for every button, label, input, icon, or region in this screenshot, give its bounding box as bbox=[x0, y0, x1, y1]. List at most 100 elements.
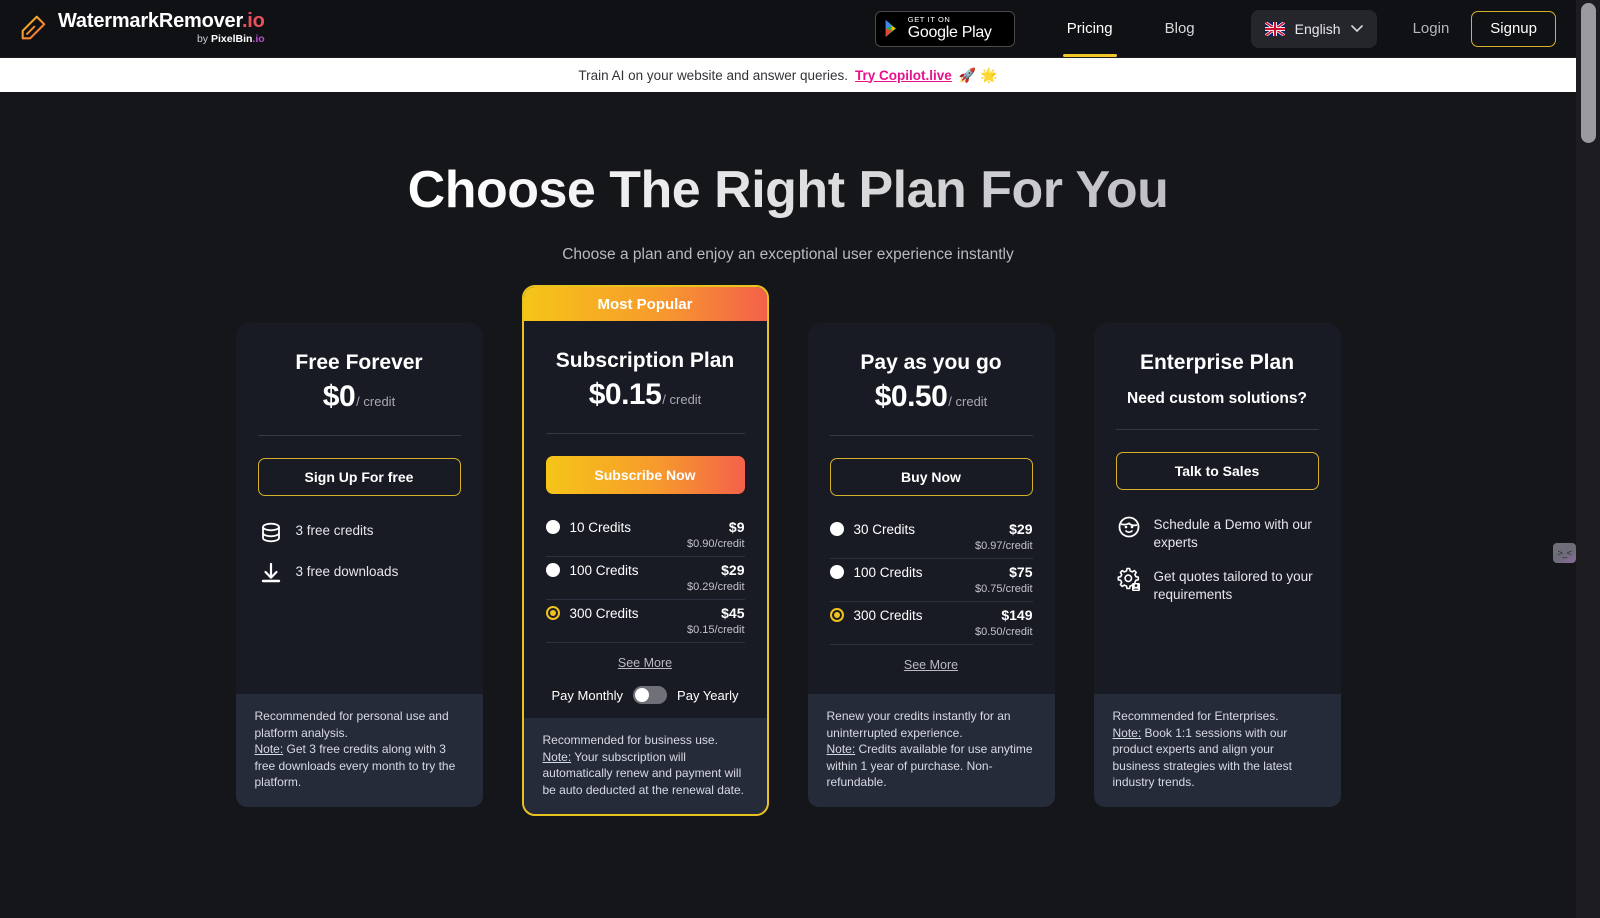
hero-section: Choose The Right Plan For You Choose a p… bbox=[0, 92, 1576, 264]
brand-name: WatermarkRemover.io bbox=[58, 10, 265, 33]
login-button[interactable]: Login bbox=[1413, 20, 1450, 37]
credit-option-row[interactable]: 300 Credits $45 $0.15/credit bbox=[545, 600, 745, 643]
feature-item: 3 free downloads bbox=[258, 562, 461, 587]
page-title: Choose The Right Plan For You bbox=[0, 160, 1576, 220]
google-play-badge[interactable]: GET IT ON Google Play bbox=[874, 10, 1015, 47]
credit-option-unit: $0.97/credit bbox=[975, 540, 1033, 552]
credit-option-price: $149 bbox=[1001, 607, 1033, 623]
feature-item: Schedule a Demo with our experts bbox=[1116, 516, 1319, 551]
pay-yearly-label: Pay Yearly bbox=[677, 687, 739, 703]
see-more-link[interactable]: See More bbox=[546, 656, 745, 670]
language-label: English bbox=[1294, 20, 1341, 37]
google-play-big-label: Google Play bbox=[907, 24, 992, 42]
feature-label: 3 free credits bbox=[295, 523, 374, 538]
radio-button-selected[interactable] bbox=[545, 606, 560, 620]
plan-card-payg: Pay as you go $0.50/ credit Buy Now 30 C… bbox=[807, 323, 1055, 807]
subscription-plan-note: Recommended for business use. Note: Your… bbox=[523, 718, 767, 815]
radio-button[interactable] bbox=[545, 563, 560, 577]
divider bbox=[257, 435, 461, 436]
language-selector[interactable]: English bbox=[1250, 9, 1377, 48]
chat-widget-tab[interactable]: >_< bbox=[1553, 543, 1576, 563]
free-plan-note: Recommended for personal use and platfor… bbox=[235, 694, 483, 807]
feature-label: Get quotes tailored to your requirements bbox=[1153, 569, 1313, 602]
radio-button[interactable] bbox=[545, 520, 560, 534]
nav-item-pricing[interactable]: Pricing bbox=[1062, 0, 1117, 57]
page-subtitle: Choose a plan and enjoy an exceptional u… bbox=[562, 246, 1014, 263]
see-more-link[interactable]: See More bbox=[830, 658, 1033, 672]
page-scrollbar-thumb[interactable] bbox=[1581, 3, 1596, 143]
credit-option-price: $29 bbox=[721, 562, 745, 578]
billing-period-toggle[interactable]: Pay Monthly Pay Yearly bbox=[546, 686, 745, 704]
credit-option-row[interactable]: 10 Credits $9 $0.90/credit bbox=[545, 514, 745, 557]
payg-plan-per: / credit bbox=[948, 394, 988, 409]
feature-label: 3 free downloads bbox=[295, 564, 399, 579]
feature-label: Schedule a Demo with our experts bbox=[1153, 517, 1312, 550]
note-label: Note: bbox=[542, 749, 572, 764]
subscription-plan-title: Subscription Plan bbox=[555, 349, 735, 372]
note-line-1: Recommended for personal use and platfor… bbox=[254, 709, 449, 740]
watermark-eraser-icon bbox=[21, 16, 46, 40]
note-line-2: Get 3 free credits along with 3 free dow… bbox=[254, 742, 456, 790]
announcement-emoji: 🚀 🌟 bbox=[958, 66, 998, 83]
download-icon bbox=[261, 562, 280, 583]
free-plan-price: $0 bbox=[322, 380, 356, 413]
credit-option-label: 100 Credits bbox=[853, 564, 923, 580]
uk-flag-icon bbox=[1264, 21, 1285, 36]
credit-option-price: $45 bbox=[721, 605, 745, 621]
announcement-banner: Train AI on your website and answer quer… bbox=[0, 58, 1576, 92]
payg-plan-title: Pay as you go bbox=[860, 351, 1002, 374]
payg-plan-note: Renew your credits instantly for an unin… bbox=[807, 694, 1055, 807]
database-icon bbox=[261, 522, 280, 543]
radio-button-selected[interactable] bbox=[829, 608, 844, 622]
billing-toggle-switch[interactable] bbox=[633, 686, 668, 704]
note-line-1: Recommended for business use. bbox=[542, 733, 718, 747]
google-play-icon bbox=[885, 20, 896, 37]
credit-option-row[interactable]: 300 Credits $149 $0.50/credit bbox=[829, 602, 1033, 645]
credit-option-row[interactable]: 100 Credits $75 $0.75/credit bbox=[829, 559, 1033, 602]
plan-card-subscription: Most Popular Subscription Plan $0.15/ cr… bbox=[521, 285, 769, 817]
toggle-knob bbox=[635, 688, 650, 702]
gear-person-icon bbox=[1117, 567, 1140, 592]
note-line-2: Your subscription will automatically ren… bbox=[542, 749, 745, 797]
payg-plan-price-row: $0.50/ credit bbox=[830, 380, 1033, 414]
site-header: WatermarkRemover.io by PixelBin.io GET I… bbox=[0, 0, 1576, 58]
signup-button[interactable]: Signup bbox=[1471, 10, 1556, 47]
divider bbox=[829, 435, 1033, 436]
announcement-text: Train AI on your website and answer quer… bbox=[578, 67, 849, 83]
credit-option-unit: $0.75/credit bbox=[975, 583, 1033, 595]
credit-option-unit: $0.29/credit bbox=[687, 581, 745, 593]
credit-option-label: 30 Credits bbox=[853, 521, 916, 537]
nav-item-blog[interactable]: Blog bbox=[1161, 0, 1199, 57]
free-plan-price-row: $0/ credit bbox=[258, 380, 461, 414]
note-label: Note: bbox=[826, 742, 856, 757]
credit-option-label: 10 Credits bbox=[569, 519, 632, 535]
divider bbox=[1115, 429, 1319, 430]
brand-subtitle: by PixelBin.io bbox=[196, 33, 265, 46]
payg-credit-options: 30 Credits $29 $0.97/credit 100 Credits … bbox=[829, 516, 1033, 645]
subscription-plan-price-row: $0.15/ credit bbox=[546, 378, 745, 412]
credit-option-row[interactable]: 30 Credits $29 $0.97/credit bbox=[829, 516, 1033, 559]
brand-logo[interactable]: WatermarkRemover.io by PixelBin.io bbox=[18, 11, 265, 45]
subscription-credit-options: 10 Credits $9 $0.90/credit 100 Credits $… bbox=[545, 514, 745, 643]
credit-option-unit: $0.50/credit bbox=[975, 626, 1033, 638]
note-label: Note: bbox=[254, 742, 284, 757]
credit-option-row[interactable]: 100 Credits $29 $0.29/credit bbox=[545, 557, 745, 600]
chevron-down-icon bbox=[1350, 25, 1363, 32]
buy-now-button[interactable]: Buy Now bbox=[829, 458, 1033, 496]
subscribe-now-button[interactable]: Subscribe Now bbox=[545, 456, 745, 494]
credit-option-label: 100 Credits bbox=[569, 562, 639, 578]
radio-button[interactable] bbox=[829, 565, 844, 579]
radio-button[interactable] bbox=[829, 522, 844, 536]
pricing-cards: Free Forever $0/ credit Sign Up For free… bbox=[0, 285, 1576, 817]
google-play-small-label: GET IT ON bbox=[907, 14, 951, 24]
subscription-plan-per: / credit bbox=[662, 392, 702, 407]
feature-item: Get quotes tailored to your requirements bbox=[1116, 567, 1319, 603]
free-plan-cta-button[interactable]: Sign Up For free bbox=[257, 458, 461, 496]
main-nav: GET IT ON Google Play Pricing Blog Engli… bbox=[874, 0, 1576, 57]
talk-to-sales-button[interactable]: Talk to Sales bbox=[1115, 452, 1319, 490]
announcement-link[interactable]: Try Copilot.live bbox=[855, 68, 952, 83]
page-scrollbar-track[interactable] bbox=[1576, 0, 1600, 918]
credit-option-price: $29 bbox=[1009, 521, 1033, 537]
credit-option-price: $75 bbox=[1009, 564, 1033, 580]
note-line-1: Renew your credits instantly for an unin… bbox=[826, 709, 1011, 740]
